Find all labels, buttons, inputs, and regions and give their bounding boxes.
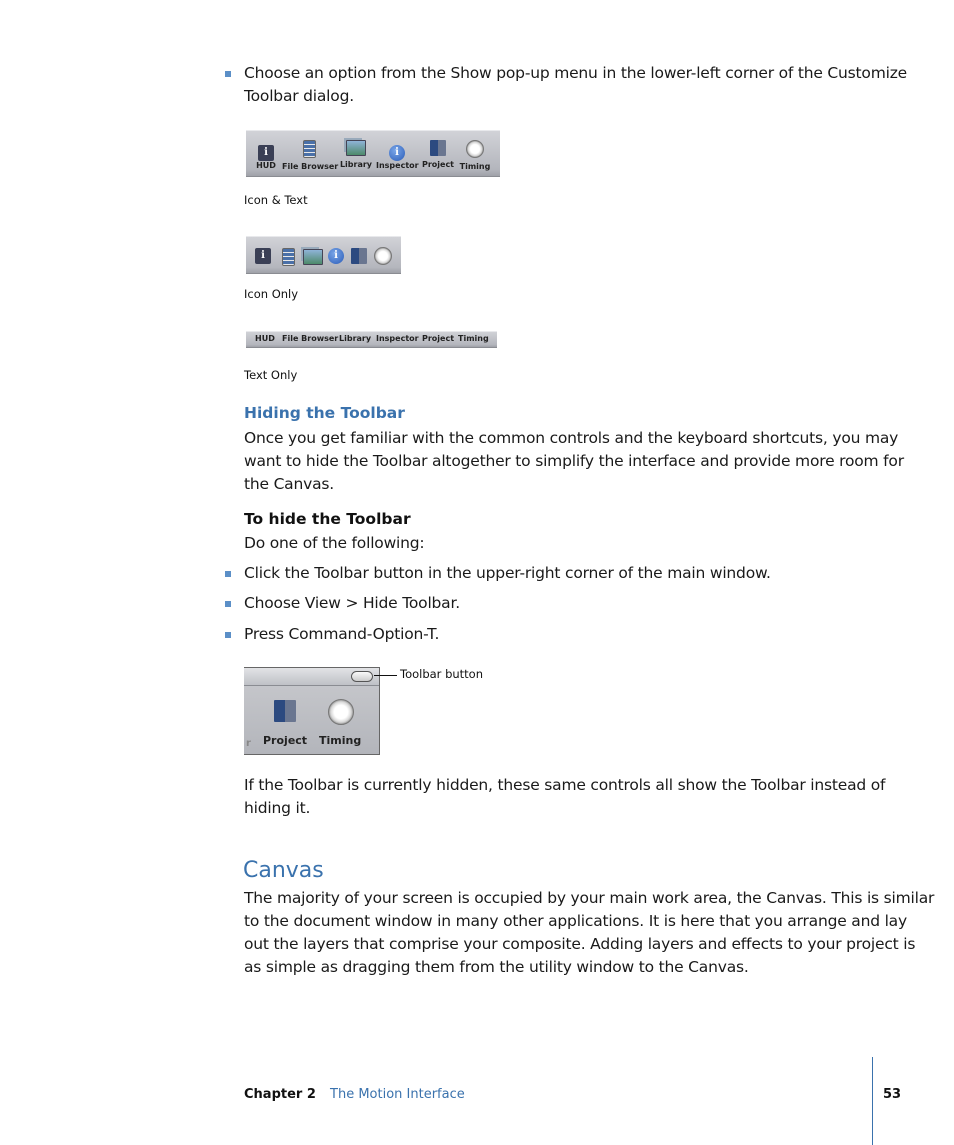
text-line: want to hide the Toolbar altogether to s… (244, 452, 904, 470)
toolbar-item-label: Project (421, 160, 455, 169)
section-title-canvas: Canvas (243, 858, 324, 883)
hud-icon: i (258, 145, 274, 161)
toolbar-item-hud: i HUD (252, 130, 280, 170)
file-browser-icon (302, 140, 316, 158)
text-line: If the Toolbar is currently hidden, thes… (244, 776, 886, 794)
project-icon (274, 700, 296, 722)
task-heading: To hide the Toolbar (244, 510, 411, 528)
figure-caption: Text Only (244, 368, 298, 382)
toolbar-text-only-figure: HUD File Browser Library Inspector Proje… (246, 331, 497, 348)
project-icon (351, 248, 367, 264)
section-heading: Hiding the Toolbar (244, 404, 405, 422)
bullet-marker (225, 601, 231, 607)
toolbar-item-label: Inspector (376, 161, 419, 170)
library-icon (346, 140, 366, 156)
canvas-paragraph: The majority of your screen is occupied … (244, 887, 934, 979)
bullet-marker (225, 632, 231, 638)
toolbar-item-label: Project (263, 734, 308, 747)
toolbar-icon-only-figure: i i (246, 236, 401, 274)
chapter-number: Chapter 2 (244, 1087, 316, 1102)
bullet-item: Choose View > Hide Toolbar. (244, 594, 460, 612)
toolbar-pill-button[interactable] (351, 671, 373, 682)
text-line: the Canvas. (244, 475, 334, 493)
toolbar-item-inspector: i Inspector (376, 130, 419, 170)
text-line: as simple as dragging them from the util… (244, 958, 749, 976)
intro-bullet-line: Toolbar dialog. (244, 87, 354, 105)
timing-icon (466, 140, 484, 158)
toolbar-item-label: Timing (459, 162, 491, 171)
figure-caption: Icon Only (244, 287, 299, 301)
toolbar-item-label: File Browser (282, 334, 339, 343)
inspector-icon: i (328, 248, 344, 264)
partial-label: r (246, 738, 251, 749)
task-intro: Do one of the following: (244, 534, 425, 552)
page-number: 53 (883, 1087, 902, 1102)
toolbar-icon-text-figure: i HUD File Browser Library i Inspector P… (246, 130, 500, 177)
timing-icon (374, 247, 392, 265)
toolbar-item-label: HUD (255, 334, 275, 343)
text-line: Once you get familiar with the common co… (244, 429, 899, 447)
bullet-item: Click the Toolbar button in the upper-ri… (244, 564, 771, 582)
text-line: hiding it. (244, 799, 311, 817)
library-icon (303, 249, 323, 265)
after-paragraph: If the Toolbar is currently hidden, thes… (244, 774, 886, 820)
intro-bullet-line: Choose an option from the Show pop-up me… (244, 64, 907, 82)
timing-icon (328, 699, 354, 725)
text-line: out the layers that comprise your compos… (244, 935, 916, 953)
toolbar-item-label: File Browser (282, 162, 339, 171)
hiding-paragraph: Once you get familiar with the common co… (244, 427, 904, 496)
text-line: The majority of your screen is occupied … (244, 889, 935, 907)
intro-bullet: Choose an option from the Show pop-up me… (244, 62, 907, 108)
footer-divider (872, 1057, 873, 1145)
bullet-item: Press Command-Option-T. (244, 625, 440, 643)
callout-label: Toolbar button (400, 667, 483, 681)
footer: Chapter 2 The Motion Interface (244, 1087, 465, 1102)
bullet-marker (225, 571, 231, 577)
toolbar-item-label: Timing (319, 734, 362, 747)
text-line: to the document window in many other app… (244, 912, 907, 930)
toolbar-item-project: Project (421, 130, 455, 169)
toolbar-item-label: Library (339, 160, 373, 169)
chapter-title-link[interactable]: The Motion Interface (330, 1087, 465, 1102)
toolbar-item-label: Library (339, 334, 372, 343)
toolbar-item-label: Project (422, 334, 455, 343)
figure-caption: Icon & Text (244, 193, 308, 207)
hud-icon: i (255, 248, 271, 264)
bullet-marker (225, 71, 231, 77)
toolbar-item-file-browser: File Browser (282, 130, 339, 171)
toolbar-item-label: HUD (256, 161, 276, 170)
toolbar-item-timing: Timing (457, 130, 493, 171)
file-browser-icon (282, 248, 295, 266)
project-icon (430, 140, 446, 156)
toolbar-button-figure: r Project Timing (244, 667, 380, 755)
toolbar-item-library: Library (339, 130, 373, 169)
callout-line (374, 675, 397, 676)
toolbar-item-label: Timing (458, 334, 489, 343)
inspector-icon: i (389, 145, 405, 161)
toolbar-item-label: Inspector (376, 334, 419, 343)
